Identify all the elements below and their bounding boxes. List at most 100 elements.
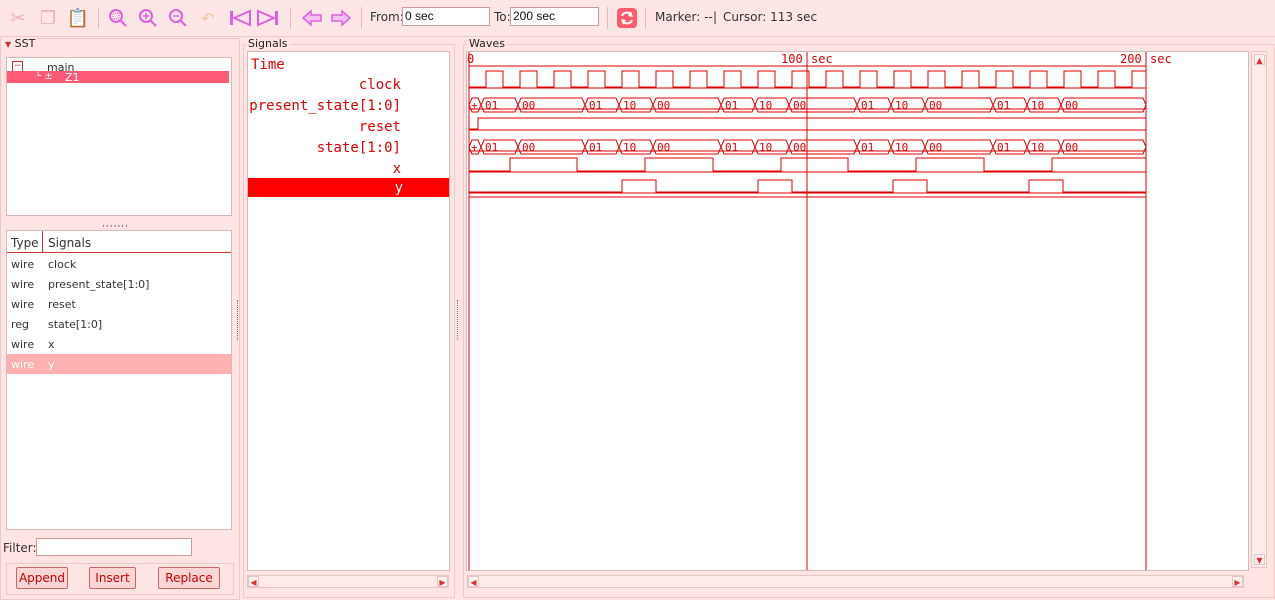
scroll-up-icon[interactable]: ▲: [1254, 54, 1265, 65]
scroll-left-icon[interactable]: ◀: [248, 576, 259, 587]
state-value: 01: [485, 141, 498, 154]
cut-icon[interactable]: ✂: [6, 6, 30, 30]
signal-name: y: [48, 358, 55, 371]
reload-icon[interactable]: [615, 6, 639, 30]
signals-column-header[interactable]: Signals: [48, 236, 91, 250]
present-state-value: 00: [929, 99, 942, 112]
waves-vertical-scrollbar[interactable]: ▲ ▼: [1251, 51, 1267, 568]
scroll-left-icon[interactable]: ◀: [468, 576, 479, 587]
paste-icon[interactable]: 📋: [66, 6, 90, 30]
signals-list: Type Signals wire clock wire present_sta…: [6, 230, 232, 530]
signal-label-x[interactable]: x: [393, 161, 401, 177]
toolbar: ✂ ❐ 📋 ↶ From: 0 sec To: 200 sec Marker: …: [0, 0, 1275, 37]
cursor-readout: Cursor: 113 sec: [723, 10, 818, 24]
go-to-end-icon[interactable]: [256, 6, 280, 30]
ruler-label-mid: 100: [781, 52, 803, 66]
signal-type: reg: [11, 318, 30, 331]
readout-separator: |: [713, 10, 718, 24]
signal-row-y-selected[interactable]: wire y: [7, 354, 231, 374]
present-state-value: 00: [1065, 99, 1078, 112]
present-state-value: 00: [657, 99, 670, 112]
toolbar-separator: [361, 7, 362, 29]
undo-zoom-icon[interactable]: ↶: [196, 6, 220, 30]
state-value: 10: [895, 141, 908, 154]
sst-title[interactable]: ▼ SST: [3, 37, 38, 50]
state-value: 00: [793, 141, 806, 154]
waveform-canvas[interactable]: 0 100 sec 200 sec +01 00 01 10 00 01 10 00 01 10 0…: [467, 52, 1248, 570]
insert-button[interactable]: Insert: [89, 567, 136, 589]
signal-row-present-state[interactable]: wire present_state[1:0]: [7, 274, 224, 294]
signal-name: reset: [48, 298, 76, 311]
signal-type: wire: [11, 358, 35, 371]
go-to-start-icon[interactable]: [228, 6, 252, 30]
signal-label-state[interactable]: state[1:0]: [317, 140, 401, 156]
toolbar-separator: [607, 7, 608, 29]
signal-name: state[1:0]: [48, 318, 103, 331]
scroll-down-icon[interactable]: ▼: [1254, 554, 1265, 565]
collapse-icon[interactable]: ▼: [5, 40, 11, 49]
state-value: 00: [522, 141, 535, 154]
type-column-header[interactable]: Type: [11, 236, 39, 250]
pane-divider-handle[interactable]: [237, 300, 241, 340]
copy-icon[interactable]: ❐: [36, 6, 60, 30]
signal-label-clock[interactable]: clock: [359, 77, 401, 93]
scroll-right-icon[interactable]: ▶: [437, 576, 448, 587]
to-time-input[interactable]: 200 sec: [510, 7, 599, 26]
state-value: 01: [725, 141, 738, 154]
signal-type: wire: [11, 278, 35, 291]
ruler-unit-mid: sec: [811, 52, 833, 66]
present-state-value: 01: [861, 99, 874, 112]
present-state-value: 10: [623, 99, 636, 112]
wave-display[interactable]: 0 100 sec 200 sec +01 00 01 10 00 01 10 00 01 10 0…: [466, 51, 1249, 571]
to-label: To:: [494, 10, 511, 24]
ruler-unit-end: sec: [1150, 52, 1172, 66]
state-value: 10: [1031, 141, 1044, 154]
signal-type: wire: [11, 338, 35, 351]
pane-splitter-handle[interactable]: ,,,,,,,: [102, 219, 129, 229]
present-state-value: +: [471, 99, 478, 112]
zoom-out-icon[interactable]: [166, 6, 190, 30]
present-state-value: 01: [485, 99, 498, 112]
state-value: 01: [589, 141, 602, 154]
column-divider: [42, 231, 43, 252]
append-button[interactable]: Append: [16, 567, 68, 589]
signals-horizontal-scrollbar[interactable]: ◀ ▶: [247, 575, 449, 588]
toolbar-separator: [98, 7, 99, 29]
hierarchy-tree: − main └ ± Z1: [6, 57, 232, 216]
signal-label-reset[interactable]: reset: [359, 119, 401, 135]
marker-readout: Marker: --: [655, 10, 713, 24]
signal-type: wire: [11, 258, 35, 271]
page-right-icon[interactable]: [329, 6, 353, 30]
signal-name: x: [48, 338, 55, 351]
signal-row-clock[interactable]: wire clock: [7, 254, 224, 274]
signal-row-state[interactable]: reg state[1:0]: [7, 314, 224, 334]
from-time-input[interactable]: 0 sec: [402, 7, 490, 26]
page-left-icon[interactable]: [300, 6, 324, 30]
from-label: From:: [370, 10, 404, 24]
waves-horizontal-scrollbar[interactable]: ◀ ▶: [467, 575, 1244, 588]
present-state-value: 01: [589, 99, 602, 112]
signal-name: present_state[1:0]: [48, 278, 150, 291]
zoom-fit-icon[interactable]: [106, 6, 130, 30]
present-state-value: 10: [895, 99, 908, 112]
tree-item-z1[interactable]: └ ± Z1: [7, 71, 229, 84]
signal-label-y-selected[interactable]: y: [248, 178, 449, 197]
toolbar-separator: [290, 7, 291, 29]
present-state-value: 00: [522, 99, 535, 112]
signal-row-reset[interactable]: wire reset: [7, 294, 224, 314]
present-state-value: 10: [1031, 99, 1044, 112]
replace-button[interactable]: Replace: [158, 567, 220, 589]
state-value: 10: [759, 141, 772, 154]
zoom-in-icon[interactable]: [136, 6, 160, 30]
state-value: 01: [861, 141, 874, 154]
state-value: +: [471, 141, 478, 154]
ruler-label-end: 200: [1120, 52, 1142, 66]
signal-row-x[interactable]: wire x: [7, 334, 224, 354]
present-state-value: 01: [725, 99, 738, 112]
scroll-right-icon[interactable]: ▶: [1232, 576, 1243, 587]
filter-input[interactable]: [36, 538, 192, 556]
state-value: 00: [657, 141, 670, 154]
pane-divider-handle[interactable]: [457, 300, 461, 340]
signal-label-present-state[interactable]: present_state[1:0]: [249, 98, 401, 114]
list-header: Type Signals: [7, 231, 231, 253]
